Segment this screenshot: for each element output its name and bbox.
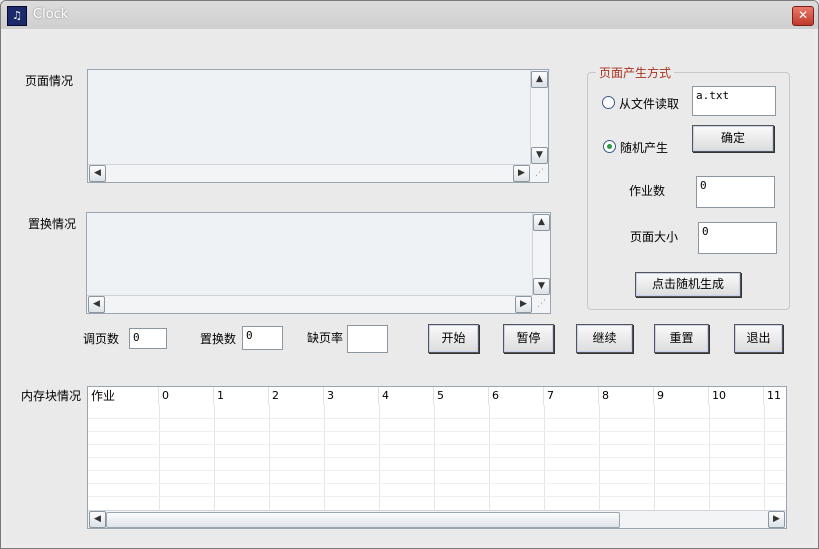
grid-header-cell[interactable]: 6: [489, 387, 544, 405]
grid-header-cell[interactable]: 5: [434, 387, 489, 405]
grid-header-cell[interactable]: 11: [764, 387, 786, 405]
scroll-down-icon[interactable]: ▼: [533, 278, 550, 295]
memory-label: 内存块情况: [21, 389, 82, 403]
grid-header-cell[interactable]: 10: [709, 387, 764, 405]
scroll-left-icon[interactable]: ◀: [89, 165, 106, 182]
page-info-vscrollbar[interactable]: ▲ ▼: [530, 70, 548, 165]
grid-header-cell[interactable]: 0: [159, 387, 214, 405]
grid-divider: [88, 444, 786, 445]
random-label[interactable]: 随机产生: [620, 139, 668, 156]
replace-info-hscrollbar[interactable]: ◀ ▶: [87, 295, 533, 313]
generation-group-title: 页面产生方式: [596, 64, 675, 81]
replacements-label: 置换数: [200, 332, 237, 346]
scroll-up-icon[interactable]: ▲: [531, 71, 548, 88]
scroll-right-icon[interactable]: ▶: [515, 296, 532, 313]
page-size-field[interactable]: 0: [698, 222, 777, 254]
scroll-up-icon[interactable]: ▲: [533, 214, 550, 231]
resize-grip-icon[interactable]: ⋰: [533, 296, 550, 313]
radio-selected-dot: [607, 144, 612, 149]
grid-header-cell[interactable]: 9: [654, 387, 709, 405]
memory-grid-hscrollbar[interactable]: ◀ ▶: [88, 510, 786, 528]
from-file-label[interactable]: 从文件读取: [619, 95, 679, 112]
title-bar[interactable]: ♫ Clock ✕: [1, 1, 818, 29]
page-info-label: 页面情况: [25, 74, 74, 88]
reset-button[interactable]: 重置: [654, 324, 709, 353]
replace-info-label: 置换情况: [28, 217, 77, 231]
window-title: Clock: [33, 7, 69, 22]
grid-header-cell[interactable]: 作业: [88, 387, 159, 405]
grid-divider: [88, 431, 786, 432]
grid-header-row: 作业 0 1 2 3 4 5 6 7 8 9 10 11: [88, 387, 786, 405]
exit-button[interactable]: 退出: [734, 324, 783, 353]
grid-divider: [88, 496, 786, 497]
app-window: ♫ Clock ✕ 页面情况 ▲ ▼ ◀ ▶ ⋰ 置换情况 ▲ ▼ ◀ ▶ ⋰ …: [0, 0, 819, 549]
replace-info-textarea[interactable]: ▲ ▼ ◀ ▶ ⋰: [86, 212, 551, 314]
replace-info-vscrollbar[interactable]: ▲ ▼: [532, 213, 550, 296]
page-info-textarea[interactable]: ▲ ▼ ◀ ▶ ⋰: [87, 69, 549, 183]
app-icon: ♫: [7, 6, 27, 26]
scroll-down-icon[interactable]: ▼: [531, 147, 548, 164]
confirm-button[interactable]: 确定: [692, 125, 774, 152]
replacements-field[interactable]: 0: [242, 326, 283, 350]
scroll-left-icon[interactable]: ◀: [88, 296, 105, 313]
start-button[interactable]: 开始: [428, 324, 479, 353]
jobs-field[interactable]: 0: [696, 176, 775, 208]
grid-header-cell[interactable]: 2: [269, 387, 324, 405]
fault-rate-field[interactable]: [347, 325, 388, 353]
memory-grid[interactable]: 作业 0 1 2 3 4 5 6 7 8 9 10 11 ◀ ▶: [87, 386, 787, 529]
grid-divider: [88, 418, 786, 419]
grid-divider: [88, 457, 786, 458]
grid-header-cell[interactable]: 8: [599, 387, 654, 405]
grid-header-cell[interactable]: 4: [379, 387, 434, 405]
page-calls-label: 调页数: [83, 332, 120, 346]
file-name-field[interactable]: a.txt: [692, 86, 776, 116]
resize-grip-icon[interactable]: ⋰: [531, 165, 548, 182]
client-area: 页面情况 ▲ ▼ ◀ ▶ ⋰ 置换情况 ▲ ▼ ◀ ▶ ⋰ 调页数 0 置换数 …: [6, 30, 813, 544]
page-size-label: 页面大小: [630, 230, 679, 244]
generate-random-button[interactable]: 点击随机生成: [635, 272, 741, 297]
scroll-left-icon[interactable]: ◀: [89, 511, 106, 528]
jobs-label: 作业数: [629, 184, 666, 198]
close-button[interactable]: ✕: [792, 6, 814, 26]
grid-header-cell[interactable]: 3: [324, 387, 379, 405]
random-radio[interactable]: [603, 140, 616, 153]
grid-header-cell[interactable]: 1: [214, 387, 269, 405]
pause-button[interactable]: 暂停: [503, 324, 554, 353]
from-file-radio[interactable]: [602, 96, 615, 109]
grid-divider: [88, 470, 786, 471]
fault-rate-label: 缺页率: [307, 331, 344, 345]
grid-header-cell[interactable]: 7: [544, 387, 599, 405]
scroll-right-icon[interactable]: ▶: [513, 165, 530, 182]
scroll-right-icon[interactable]: ▶: [768, 511, 785, 528]
scroll-thumb[interactable]: [106, 512, 620, 528]
page-info-hscrollbar[interactable]: ◀ ▶: [88, 164, 531, 182]
page-calls-field[interactable]: 0: [129, 328, 167, 349]
continue-button[interactable]: 继续: [576, 324, 633, 353]
grid-divider: [88, 483, 786, 484]
